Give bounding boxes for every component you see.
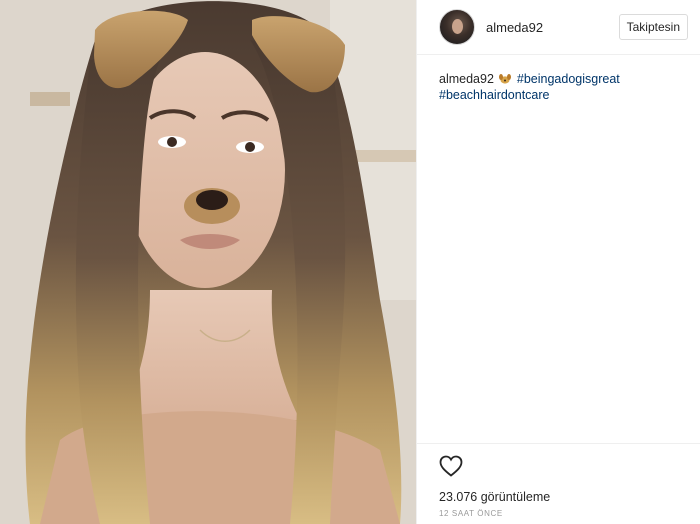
post-sidebar: almeda92 Takiptesin almeda92 #beingadogi… (417, 0, 700, 524)
hashtag-link[interactable]: #beingadogisgreat (517, 72, 620, 86)
view-count: 23.076 görüntüleme (439, 490, 551, 504)
author-username[interactable]: almeda92 (486, 20, 543, 35)
avatar-face (452, 19, 463, 34)
post-photo[interactable] (0, 0, 417, 524)
heart-icon[interactable] (439, 455, 463, 477)
following-button[interactable]: Takiptesin (618, 14, 688, 40)
post-footer: 23.076 görüntüleme 12 SAAT ÖNCE (417, 443, 700, 524)
instagram-post: almeda92 Takiptesin almeda92 #beingadogi… (0, 0, 700, 524)
caption-username[interactable]: almeda92 (439, 72, 494, 86)
profile-avatar[interactable] (439, 9, 475, 45)
hashtag-link[interactable]: #beachhairdontcare (439, 88, 550, 102)
dog-emoji-icon (499, 72, 512, 84)
post-header: almeda92 Takiptesin (417, 0, 700, 55)
post-timestamp[interactable]: 12 SAAT ÖNCE (439, 509, 503, 518)
selfie-with-dog-filter-image (0, 0, 416, 524)
post-caption: almeda92 #beingadogisgreat #beachhairdon… (417, 55, 700, 103)
